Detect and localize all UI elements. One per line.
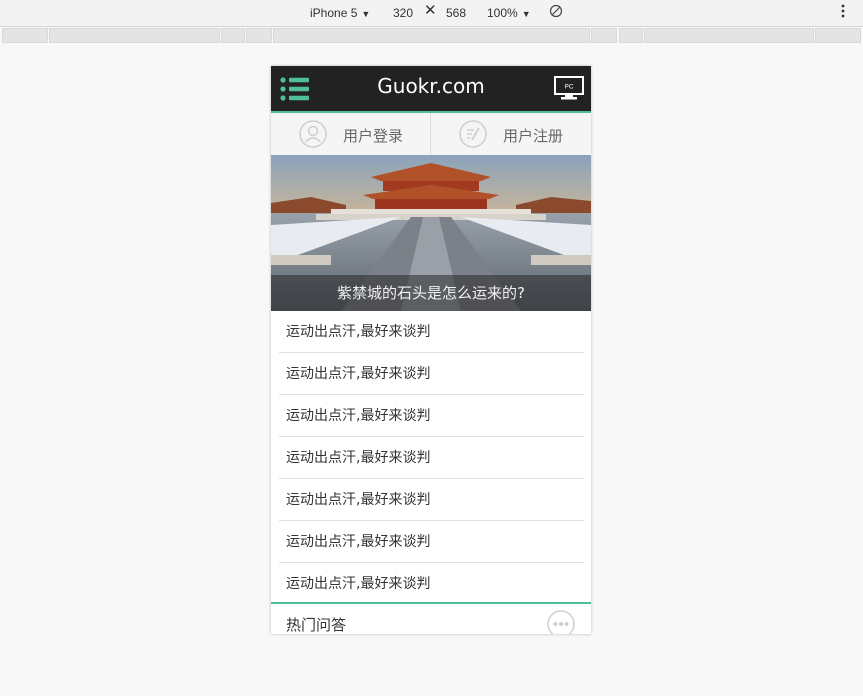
media-query-segment[interactable] xyxy=(246,28,272,43)
dropdown-arrow-icon: ▼ xyxy=(361,9,371,19)
list-item-title: 运动出点汗,最好来谈判 xyxy=(286,492,431,508)
zoom-value: 100% xyxy=(487,6,518,20)
media-query-segment[interactable] xyxy=(221,28,245,43)
list-item[interactable]: 运动出点汗,最好来谈判 xyxy=(279,479,584,521)
list-item-title: 运动出点汗,最好来谈判 xyxy=(286,534,431,550)
hot-qa-section: 热门问答 xyxy=(271,602,591,634)
media-query-segment[interactable] xyxy=(2,28,48,43)
hot-qa-title: 热门问答 xyxy=(286,616,347,634)
list-item-title: 运动出点汗,最好来谈判 xyxy=(286,324,431,340)
media-query-segment[interactable] xyxy=(273,28,590,43)
device-selector[interactable]: iPhone 5 ▼ xyxy=(310,5,370,22)
list-item-title: 运动出点汗,最好来谈判 xyxy=(286,408,431,424)
desktop-pc-icon[interactable]: PC xyxy=(554,76,584,101)
height-field[interactable]: 568 xyxy=(446,5,466,21)
login-button[interactable]: 用户登录 xyxy=(271,113,431,155)
devtools-toolbar: iPhone 5 ▼ 320 ✕ 568 100% ▼ xyxy=(0,0,863,27)
more-icon[interactable] xyxy=(547,610,575,634)
app-header: Guokr.com PC xyxy=(271,66,591,113)
dropdown-arrow-icon: ▼ xyxy=(521,9,531,19)
media-query-segment[interactable] xyxy=(619,28,643,43)
list-item[interactable]: 运动出点汗,最好来谈判 xyxy=(279,563,584,604)
user-icon xyxy=(299,120,327,148)
phone-viewport: Guokr.com PC 用户登录 用户注册 紫禁城的石头是怎么运来的? 运动出… xyxy=(271,66,591,634)
register-button[interactable]: 用户注册 xyxy=(431,113,591,155)
zoom-selector[interactable]: 100% ▼ xyxy=(487,5,531,22)
featured-banner[interactable]: 紫禁城的石头是怎么运来的? xyxy=(271,155,591,311)
device-name: iPhone 5 xyxy=(310,6,358,20)
auth-bar: 用户登录 用户注册 xyxy=(271,113,591,156)
media-query-bar xyxy=(0,28,863,44)
rotate-icon[interactable] xyxy=(549,4,563,18)
list-item[interactable]: 运动出点汗,最好来谈判 xyxy=(279,521,584,563)
banner-caption: 紫禁城的石头是怎么运来的? xyxy=(271,275,591,311)
list-item-title: 运动出点汗,最好来谈判 xyxy=(286,366,431,382)
site-logo[interactable]: Guokr.com xyxy=(271,74,591,98)
article-list: 运动出点汗,最好来谈判 运动出点汗,最好来谈判 运动出点汗,最好来谈判 运动出点… xyxy=(271,311,591,604)
list-item-title: 运动出点汗,最好来谈判 xyxy=(286,450,431,466)
dimension-separator-icon: ✕ xyxy=(424,2,437,19)
media-query-segment[interactable] xyxy=(644,28,814,43)
login-label: 用户登录 xyxy=(343,127,404,145)
list-item[interactable]: 运动出点汗,最好来谈判 xyxy=(279,353,584,395)
list-item-title: 运动出点汗,最好来谈判 xyxy=(286,576,431,592)
list-item[interactable]: 运动出点汗,最好来谈判 xyxy=(279,395,584,437)
width-field[interactable]: 320 xyxy=(393,5,413,21)
list-item[interactable]: 运动出点汗,最好来谈判 xyxy=(279,311,584,353)
register-label: 用户注册 xyxy=(503,127,564,145)
edit-icon xyxy=(459,120,487,148)
media-query-segment[interactable] xyxy=(815,28,861,43)
list-item[interactable]: 运动出点汗,最好来谈判 xyxy=(279,437,584,479)
media-query-segment[interactable] xyxy=(49,28,220,43)
more-options-icon[interactable] xyxy=(838,4,848,18)
media-query-segment[interactable] xyxy=(591,28,617,43)
pc-label: PC xyxy=(564,84,573,91)
